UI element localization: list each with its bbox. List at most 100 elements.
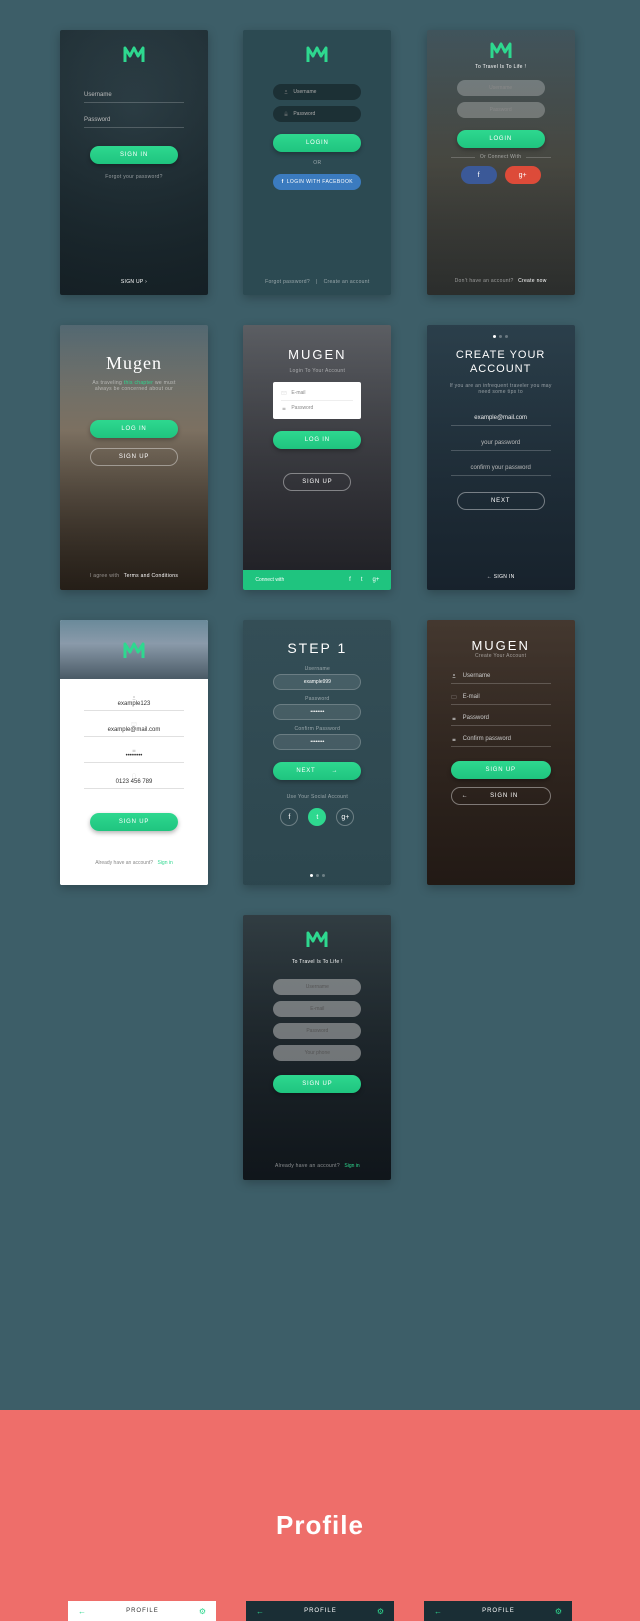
signup-button[interactable]: SIGN UP xyxy=(90,448,178,466)
googleplus-button[interactable]: g+ xyxy=(336,808,354,826)
lock-icon xyxy=(451,736,457,742)
signup-button[interactable]: SIGN UP xyxy=(90,813,178,831)
forgot-password-link[interactable]: Forgot password? xyxy=(265,279,310,285)
username-label: Username xyxy=(305,666,330,672)
create-account-link[interactable]: Create an account xyxy=(324,279,370,285)
confirm-input[interactable]: confirm your password xyxy=(451,461,551,476)
signin-link[interactable]: ← SIGN IN xyxy=(487,574,515,580)
username-input[interactable]: Username xyxy=(273,84,361,100)
password-input[interactable]: Password xyxy=(281,405,353,411)
back-icon[interactable]: ← xyxy=(434,1607,442,1616)
user-icon xyxy=(451,673,457,679)
page-dots xyxy=(493,335,508,338)
mail-icon xyxy=(281,390,287,396)
facebook-button[interactable]: f xyxy=(461,166,497,184)
app-title: MUGEN xyxy=(471,638,529,653)
phone-input[interactable]: Your phone xyxy=(273,1045,361,1061)
mail-icon xyxy=(451,694,457,700)
subtitle: Create Your Account xyxy=(475,653,526,659)
confirm-input[interactable]: •••••••• xyxy=(273,734,361,750)
email-input[interactable]: example@mail.com xyxy=(84,727,184,737)
password-input[interactable]: Password xyxy=(273,106,361,122)
twitter-icon[interactable]: t xyxy=(361,577,363,583)
password-input[interactable]: your password xyxy=(451,436,551,451)
signup-white-screen: example123 example@mail.com •••••••• 012… xyxy=(60,620,208,885)
password-input[interactable]: •••••••• xyxy=(273,704,361,720)
signin-link[interactable]: Sign in xyxy=(157,860,172,866)
username-input[interactable]: Username xyxy=(451,673,551,684)
next-button[interactable]: NEXT→ xyxy=(273,762,361,780)
username-input[interactable]: Username xyxy=(273,979,361,995)
page-title: CREATE YOUR ACCOUNT xyxy=(427,348,575,377)
logo-m-icon xyxy=(305,42,329,66)
settings-icon[interactable]: ⚙ xyxy=(377,1607,384,1616)
username-input[interactable]: Username xyxy=(84,88,184,103)
lock-icon xyxy=(131,747,137,753)
signup-button[interactable]: SIGN UP xyxy=(273,1075,361,1093)
email-input[interactable]: example@mail.com xyxy=(451,411,551,426)
social-label: Use Your Social Account xyxy=(287,794,348,800)
step-title: STEP 1 xyxy=(287,640,347,656)
tagline: To Travel Is To Life ! xyxy=(292,959,343,965)
login-button[interactable]: LOG IN xyxy=(273,431,361,449)
create-now-link[interactable]: Create now xyxy=(518,278,547,284)
login-screen-1: Username Password SIGN IN Forgot your pa… xyxy=(60,30,208,295)
welcome-screen: Mugen As traveling this chapter we musta… xyxy=(60,325,208,590)
password-input[interactable]: Password xyxy=(451,715,551,726)
login-screen-2: Username Password LOGIN OR fLOGIN WITH F… xyxy=(243,30,391,295)
signup-link[interactable]: SIGN UP › xyxy=(121,279,147,285)
profile-card-1: ← PROFILE ⚙ xyxy=(68,1601,216,1621)
login-button[interactable]: LOG IN xyxy=(90,420,178,438)
email-input[interactable]: E-mail xyxy=(281,390,353,396)
phone-icon xyxy=(131,773,137,779)
username-input[interactable]: example999 xyxy=(273,674,361,690)
forgot-password-link[interactable]: Forgot your password? xyxy=(105,174,162,180)
confirm-input[interactable]: Confirm password xyxy=(451,736,551,747)
signin-button[interactable]: SIGN IN xyxy=(90,146,178,164)
password-input[interactable]: •••••••• xyxy=(84,753,184,763)
next-button[interactable]: NEXT xyxy=(457,492,545,510)
email-input[interactable]: E-mail xyxy=(273,1001,361,1017)
arrow-right-icon: → xyxy=(332,768,339,774)
signup-button[interactable]: SIGN UP xyxy=(283,473,351,491)
user-icon xyxy=(131,695,137,701)
facebook-login-button[interactable]: fLOGIN WITH FACEBOOK xyxy=(273,174,361,190)
step1-screen: STEP 1 Username example999 Password ••••… xyxy=(243,620,391,885)
twitter-button[interactable]: t xyxy=(308,808,326,826)
login-screen-card: MUGEN Login To Your Account E-mail Passw… xyxy=(243,325,391,590)
email-input[interactable]: E-mail xyxy=(451,694,551,705)
login-button[interactable]: LOGIN xyxy=(457,130,545,148)
mail-icon xyxy=(131,721,137,727)
terms-link[interactable]: Terms and Conditions xyxy=(124,573,178,579)
app-title: MUGEN xyxy=(288,347,346,362)
settings-icon[interactable]: ⚙ xyxy=(555,1607,562,1616)
already-label: Already have an account? xyxy=(95,860,153,866)
signin-button[interactable]: ←SIGN IN xyxy=(451,787,551,805)
username-input[interactable]: Username xyxy=(457,80,545,96)
settings-icon[interactable]: ⚙ xyxy=(199,1607,206,1616)
signin-link[interactable]: Sign in xyxy=(344,1163,359,1169)
already-label: Already have an account? xyxy=(275,1163,340,1169)
signup-forest-screen: To Travel Is To Life ! Username E-mail P… xyxy=(243,915,391,1180)
googleplus-icon[interactable]: g+ xyxy=(372,577,379,583)
username-input[interactable]: example123 xyxy=(84,701,184,711)
agree-label: I agree with xyxy=(90,573,119,579)
googleplus-button[interactable]: g+ xyxy=(505,166,541,184)
back-icon[interactable]: ← xyxy=(78,1607,86,1616)
facebook-button[interactable]: f xyxy=(280,808,298,826)
confirm-label: Confirm Password xyxy=(295,726,341,732)
login-button[interactable]: LOGIN xyxy=(273,134,361,152)
logo-m-icon xyxy=(122,42,146,66)
logo-m-icon xyxy=(305,927,329,951)
logo-m-icon xyxy=(122,638,146,662)
phone-input[interactable]: 0123 456 789 xyxy=(84,779,184,789)
signup-button[interactable]: SIGN UP xyxy=(451,761,551,779)
password-input[interactable]: Password xyxy=(457,102,545,118)
password-input[interactable]: Password xyxy=(84,113,184,128)
lock-icon xyxy=(451,715,457,721)
back-icon[interactable]: ← xyxy=(256,1607,264,1616)
facebook-icon[interactable]: f xyxy=(349,577,351,583)
connect-divider: Or Connect With xyxy=(480,154,521,160)
profile-label: PROFILE xyxy=(126,1608,159,1614)
password-input[interactable]: Password xyxy=(273,1023,361,1039)
